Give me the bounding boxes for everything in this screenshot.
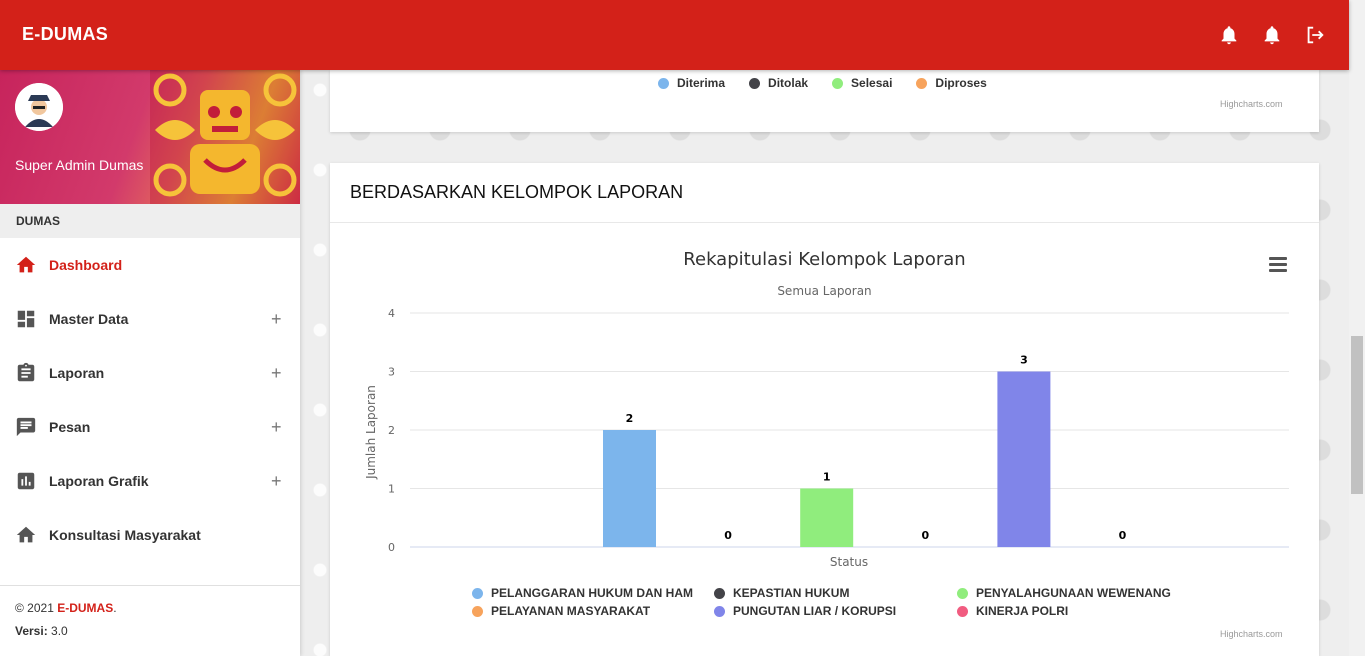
app-brand[interactable]: E-DUMAS	[22, 24, 108, 45]
legend-dot	[957, 587, 968, 599]
scrollbar-thumb[interactable]	[1351, 336, 1363, 494]
copyright-text: © 2021	[15, 601, 58, 615]
legend-label: Ditolak	[768, 76, 809, 90]
legend-item[interactable]: PELANGGARAN HUKUM DAN HAM	[472, 586, 693, 600]
bar[interactable]	[603, 430, 656, 547]
clipboard-icon	[17, 362, 35, 382]
footer-brand-link[interactable]: E-DUMAS	[57, 601, 113, 615]
message-icon	[16, 417, 36, 437]
sidebar-item-laporan[interactable]: Laporan +	[0, 346, 300, 400]
legend-dot	[916, 77, 928, 89]
sidebar-item-label: Dashboard	[49, 257, 123, 273]
logout-icon[interactable]	[1304, 24, 1326, 46]
legend-dot	[957, 605, 968, 617]
legend-label: Diterima	[677, 76, 726, 90]
version-line: Versi: 3.0	[15, 624, 285, 638]
y-axis-title: Jumlah Laporan	[364, 385, 378, 480]
legend-dot	[832, 77, 844, 89]
top-navbar: E-DUMAS	[0, 0, 1349, 70]
legend-dot	[714, 605, 725, 617]
expand-plus-icon[interactable]: +	[271, 363, 282, 384]
legend-dot	[714, 587, 725, 599]
sidebar-footer: © 2021 E-DUMAS. Versi: 3.0	[0, 585, 300, 656]
legend-item[interactable]: PUNGUTAN LIAR / KORUPSI	[714, 604, 896, 618]
highcharts-credits[interactable]: Highcharts.com	[1220, 629, 1283, 639]
legend-dot	[749, 77, 761, 89]
home-icon	[16, 526, 36, 543]
bell-icon[interactable]	[1218, 24, 1240, 46]
legend-label: PELANGGARAN HUKUM DAN HAM	[491, 586, 693, 600]
data-label: 1	[823, 471, 831, 484]
legend-dot	[472, 605, 483, 617]
legend-item-diproses[interactable]: Diproses	[916, 76, 987, 90]
legend-label: KEPASTIAN HUKUM	[733, 586, 850, 600]
sidebar-item-label: Laporan	[49, 365, 105, 381]
home-icon	[16, 256, 36, 273]
y-tick-label: 3	[388, 366, 395, 379]
sidebar-section-header: DUMAS	[0, 204, 300, 238]
expand-plus-icon[interactable]: +	[271, 417, 282, 438]
bar[interactable]	[800, 488, 854, 548]
sidebar-item-label: Konsultasi Masyarakat	[49, 527, 201, 543]
sidebar-item-label: Pesan	[49, 419, 91, 435]
data-label: 0	[921, 529, 929, 542]
sidebar-item-konsultasi-masyarakat[interactable]: Konsultasi Masyarakat	[0, 508, 300, 562]
legend-label: KINERJA POLRI	[976, 604, 1069, 618]
bar-chart-icon	[17, 472, 35, 490]
legend-item[interactable]: KINERJA POLRI	[957, 604, 1068, 618]
legend-label: PENYALAHGUNAAN WEWENANG	[976, 586, 1171, 600]
legend-item[interactable]: PELAYANAN MASYARAKAT	[472, 604, 650, 618]
group-chart-card: BERDASARKAN KELOMPOK LAPORAN Rekapitulas…	[330, 163, 1319, 656]
dayak-ornament-image	[150, 70, 300, 204]
copyright-line: © 2021 E-DUMAS.	[15, 601, 285, 615]
bar-chart: 0 1 2 3 4 2 0 1 0 3 0 Jumlah Laporan Status	[364, 307, 1289, 569]
legend-item-diterima[interactable]: Diterima	[658, 76, 725, 90]
user-name: Super Admin Dumas	[15, 157, 144, 173]
highcharts-credits[interactable]: Highcharts.com	[1220, 99, 1283, 109]
data-label: 0	[724, 529, 732, 542]
legend-label: PELAYANAN MASYARAKAT	[491, 604, 651, 618]
legend-item-ditolak[interactable]: Ditolak	[749, 76, 808, 90]
bell-icon[interactable]	[1261, 24, 1283, 46]
avatar	[15, 83, 63, 131]
dashboard-tiles-icon	[17, 310, 35, 328]
sidebar-item-master-data[interactable]: Master Data +	[0, 292, 300, 346]
legend-dot	[658, 77, 669, 89]
sidebar: Super Admin Dumas DUMAS Dashboard Master…	[0, 70, 300, 656]
y-tick-label: 0	[388, 541, 395, 554]
expand-plus-icon[interactable]: +	[271, 309, 282, 330]
user-info-panel: Super Admin Dumas	[0, 70, 300, 204]
data-label: 0	[1119, 529, 1127, 542]
legend-item[interactable]: KEPASTIAN HUKUM	[714, 586, 849, 600]
x-axis-title: Status	[830, 555, 868, 569]
legend-dot	[472, 587, 483, 599]
legend-label: Selesai	[851, 76, 893, 90]
legend-label: Diproses	[935, 76, 987, 90]
y-tick-label: 4	[388, 307, 395, 320]
legend-label: PUNGUTAN LIAR / KORUPSI	[733, 604, 897, 618]
status-chart-card: Diterima Ditolak Selesai Diproses Highch…	[330, 70, 1319, 132]
sidebar-item-pesan[interactable]: Pesan +	[0, 400, 300, 454]
y-tick-label: 1	[388, 483, 395, 496]
legend-item[interactable]: PENYALAHGUNAAN WEWENANG	[957, 586, 1171, 600]
y-tick-label: 2	[388, 424, 395, 437]
version-label: Versi:	[15, 624, 48, 638]
sidebar-item-dashboard[interactable]: Dashboard	[0, 238, 300, 292]
page-scrollbar[interactable]	[1349, 0, 1365, 656]
data-label: 2	[626, 412, 634, 425]
status-legend: Diterima Ditolak Selesai Diproses	[658, 76, 1011, 90]
legend-item-selesai[interactable]: Selesai	[832, 76, 892, 90]
bar[interactable]	[997, 371, 1051, 548]
copyright-dot: .	[113, 601, 117, 615]
expand-plus-icon[interactable]: +	[271, 471, 282, 492]
sidebar-item-laporan-grafik[interactable]: Laporan Grafik +	[0, 454, 300, 508]
version-value: 3.0	[47, 624, 68, 638]
data-label: 3	[1020, 354, 1028, 367]
sidebar-item-label: Master Data	[49, 311, 129, 327]
sidebar-item-label: Laporan Grafik	[49, 473, 149, 489]
